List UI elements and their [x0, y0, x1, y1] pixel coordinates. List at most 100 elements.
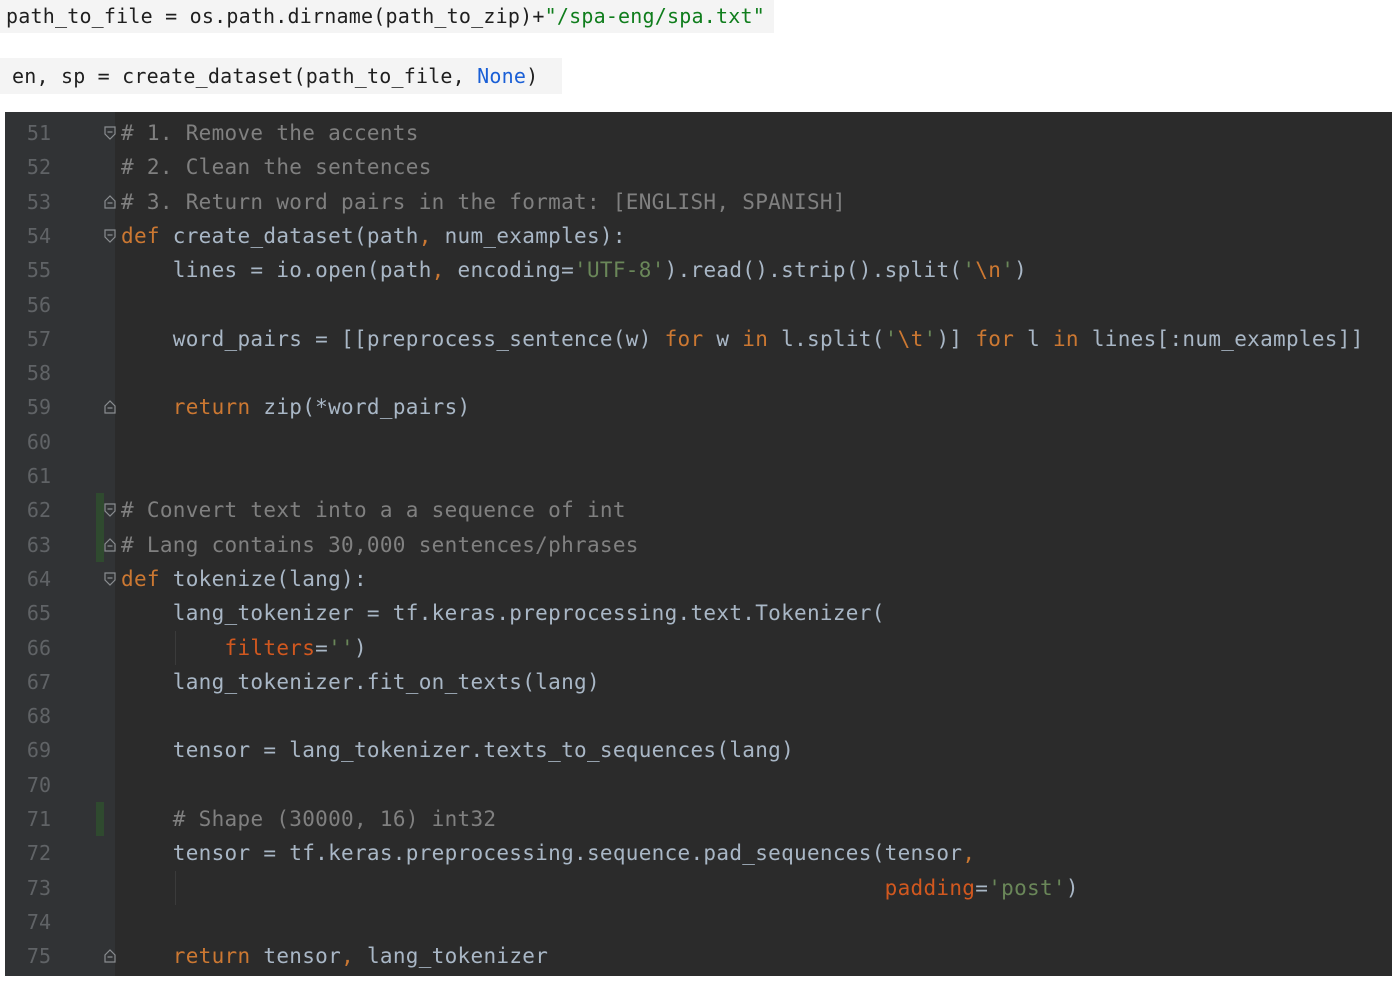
code-line[interactable]: 64 def tokenize(lang): — [5, 562, 1392, 596]
code-text[interactable]: lang_tokenizer = tf.keras.preprocessing.… — [121, 596, 885, 630]
code-token: num_examples): — [444, 223, 626, 248]
code-text[interactable]: # 2. Clean the sentences — [121, 150, 432, 184]
code-token: tensor = lang_tokenizer.texts_to_sequenc… — [121, 738, 795, 763]
line-number: 58 — [26, 361, 51, 386]
code-line[interactable]: 63 # Lang contains 30,000 sentences/phras… — [5, 527, 1392, 562]
snippet-token: en, sp = create_dataset(path_to_file, — [12, 64, 478, 88]
line-number: 54 — [26, 223, 51, 248]
code-line[interactable]: 67 lang_tokenizer.fit_on_texts(lang) — [5, 665, 1392, 699]
code-text[interactable]: lines = io.open(path, encoding='UTF-8').… — [121, 253, 1027, 287]
snippet-token: "/spa-eng/spa.txt" — [544, 4, 765, 28]
code-token: ) — [354, 635, 367, 660]
code-token: return — [172, 395, 264, 420]
fold-open-icon[interactable] — [104, 229, 116, 243]
code-line[interactable]: 73 padding='post') — [5, 870, 1392, 905]
fold-open-icon[interactable] — [104, 503, 116, 518]
code-token: lang_tokenizer = tf.keras.preprocessing.… — [121, 601, 885, 626]
code-token: in — [742, 326, 782, 351]
line-number: 67 — [26, 669, 51, 694]
code-text[interactable]: tensor = lang_tokenizer.texts_to_sequenc… — [121, 733, 794, 767]
code-line[interactable]: 72 tensor = tf.keras.preprocessing.seque… — [5, 836, 1392, 870]
line-number: 75 — [26, 944, 51, 969]
code-line[interactable]: 71 # Shape (30000, 16) int32 — [5, 802, 1392, 837]
code-line[interactable]: 65 lang_tokenizer = tf.keras.preprocessi… — [5, 596, 1392, 630]
code-text[interactable]: tensor = tf.keras.preprocessing.sequence… — [121, 836, 975, 870]
code-token: l — [1027, 326, 1053, 351]
code-line[interactable]: 66 filters='') — [5, 630, 1392, 665]
code-snippet-create-dataset-call: en, sp = create_dataset(path_to_file, No… — [0, 58, 562, 94]
code-text[interactable]: filters='') — [121, 631, 367, 665]
line-number: 55 — [26, 258, 51, 283]
code-line[interactable]: 74 — [5, 905, 1392, 939]
code-line[interactable]: 56 — [5, 288, 1392, 322]
line-number: 59 — [26, 395, 51, 420]
code-text[interactable]: return tensor, lang_tokenizer — [121, 939, 548, 973]
code-line[interactable]: 68 — [5, 699, 1392, 733]
line-number: 71 — [26, 807, 51, 831]
code-token: tensor = tf.keras.preprocessing.sequence… — [121, 841, 963, 866]
code-line[interactable]: 53 # 3. Return word pairs in the format: … — [5, 185, 1392, 219]
code-token: # 1. Remove the accents — [121, 121, 419, 145]
line-number: 61 — [26, 464, 51, 488]
snippet-token: path_to_file = os.path.dirname(path_to_z… — [6, 4, 545, 28]
code-line[interactable]: 57 word_pairs = [[preprocess_sentence(w)… — [5, 322, 1392, 356]
line-number: 56 — [26, 292, 51, 317]
line-number: 68 — [26, 704, 51, 729]
code-text[interactable]: word_pairs = [[preprocess_sentence(w) fo… — [121, 322, 1364, 356]
fold-close-icon[interactable] — [104, 400, 116, 414]
code-token: zip(*word_pairs) — [263, 395, 471, 420]
code-line[interactable]: 60 — [5, 425, 1392, 459]
code-snippet-path-to-file: path_to_file = os.path.dirname(path_to_z… — [0, 0, 774, 33]
code-token: # Lang contains 30,000 sentences/phrases — [121, 532, 639, 557]
code-line[interactable]: 52 # 2. Clean the sentences — [5, 150, 1392, 184]
code-line[interactable]: 58 — [5, 356, 1392, 390]
fold-close-icon[interactable] — [104, 949, 116, 963]
code-line[interactable]: 75 return tensor, lang_tokenizer — [5, 939, 1392, 973]
code-line[interactable]: 59 return zip(*word_pairs) — [5, 390, 1392, 424]
fold-close-icon[interactable] — [104, 537, 116, 552]
code-text[interactable]: # Convert text into a a sequence of int — [121, 493, 626, 527]
code-token: def — [121, 223, 173, 248]
fold-close-icon[interactable] — [104, 194, 116, 209]
code-line[interactable]: 70 — [5, 768, 1392, 802]
code-line[interactable]: 61 — [5, 459, 1392, 493]
code-text[interactable]: return zip(*word_pairs) — [121, 390, 470, 424]
code-token: 'post' — [988, 875, 1066, 900]
code-token: for — [975, 326, 1028, 351]
code-line[interactable]: 55 lines = io.open(path, encoding='UTF-8… — [5, 253, 1392, 287]
code-token: lines[:num_examples]] — [1091, 326, 1364, 351]
line-number: 65 — [26, 601, 51, 626]
fold-open-icon[interactable] — [104, 572, 116, 586]
line-number: 63 — [26, 532, 51, 557]
code-token: encoding= — [457, 258, 575, 283]
code-token: ) — [1065, 875, 1079, 900]
code-token: in — [1052, 326, 1092, 351]
code-editor[interactable]: 51 # 1. Remove the accents 52 # 2. Clean th… — [5, 112, 1392, 976]
line-number: 70 — [26, 772, 51, 797]
code-text[interactable]: lang_tokenizer.fit_on_texts(lang) — [121, 665, 600, 699]
code-token: create_dataset(path — [172, 223, 419, 248]
code-token: return — [172, 944, 264, 969]
line-number: 69 — [26, 738, 51, 763]
code-line[interactable]: 51 # 1. Remove the accents — [5, 116, 1392, 150]
code-text[interactable]: # 3. Return word pairs in the format: [E… — [121, 185, 846, 219]
code-line[interactable]: 69 tensor = lang_tokenizer.texts_to_sequ… — [5, 733, 1392, 767]
code-token: = — [975, 875, 989, 900]
code-token: # 3. Return word pairs in the format: [E… — [121, 189, 846, 214]
code-text[interactable]: # Lang contains 30,000 sentences/phrases — [121, 528, 639, 562]
fold-open-icon[interactable] — [104, 126, 116, 140]
code-token: ) — [1014, 258, 1028, 283]
code-text[interactable]: # Shape (30000, 16) int32 — [121, 802, 496, 836]
line-number: 53 — [26, 189, 51, 214]
code-text[interactable]: padding='post') — [121, 871, 1079, 905]
code-line[interactable]: 62 # Convert text into a a sequence of in… — [5, 493, 1392, 528]
code-text[interactable]: # 1. Remove the accents — [121, 116, 419, 150]
code-token: filters — [224, 635, 316, 660]
code-text[interactable]: def tokenize(lang): — [121, 562, 367, 596]
code-token: # Shape (30000, 16) int32 — [172, 807, 497, 831]
code-token: # 2. Clean the sentences — [121, 155, 432, 180]
code-line[interactable]: 54 def create_dataset(path, num_examples)… — [5, 219, 1392, 253]
code-text[interactable]: def create_dataset(path, num_examples): — [121, 219, 626, 253]
